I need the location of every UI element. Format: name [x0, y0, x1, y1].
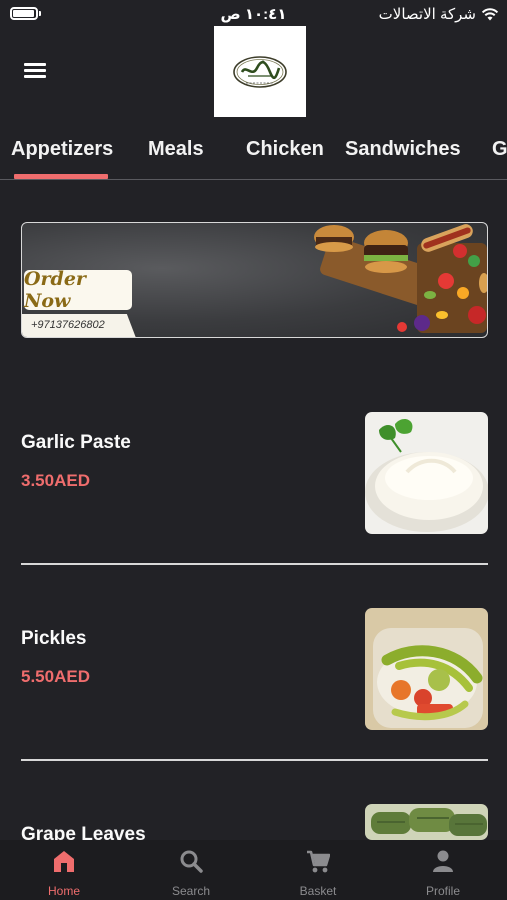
- grape-leaves-image: [365, 804, 488, 840]
- home-icon: [54, 851, 74, 872]
- item-price: 5.50AED: [21, 667, 90, 686]
- nav-home[interactable]: Home: [19, 840, 109, 900]
- nav-search[interactable]: Search: [146, 840, 236, 900]
- divider: [21, 563, 488, 565]
- wifi-icon: [481, 8, 499, 21]
- bottom-navigation: Home Search Basket Profile: [0, 840, 507, 900]
- nav-profile[interactable]: Profile: [398, 840, 488, 900]
- active-tab-indicator: [14, 174, 108, 179]
- nav-home-label: Home: [47, 884, 80, 898]
- restaurant-logo: [214, 26, 306, 117]
- nav-basket[interactable]: Basket: [273, 840, 363, 900]
- tab-appetizers[interactable]: Appetizers: [11, 138, 113, 161]
- tab-partial[interactable]: G: [492, 138, 507, 161]
- status-bar: ١٠:٤١ ص شركة الاتصالات: [0, 0, 507, 28]
- cart-icon: [307, 850, 330, 873]
- category-tabs: Appetizers Meals Chicken Sandwiches G: [0, 132, 507, 180]
- person-icon: [433, 850, 453, 872]
- logo-emblem-icon: [233, 55, 287, 88]
- tab-meals[interactable]: Meals: [148, 138, 204, 161]
- item-name: Garlic Paste: [21, 432, 131, 453]
- pickles-image: [365, 608, 488, 730]
- banner-phone[interactable]: +97137626802: [22, 314, 136, 337]
- item-price: 3.50AED: [21, 471, 90, 490]
- promo-banner[interactable]: Order Now +97137626802: [21, 222, 488, 338]
- divider: [21, 759, 488, 761]
- nav-search-label: Search: [171, 884, 211, 898]
- tab-chicken[interactable]: Chicken: [246, 138, 324, 161]
- list-item[interactable]: Pickles 5.50AED: [21, 608, 488, 730]
- order-now-button[interactable]: Order Now: [24, 268, 132, 312]
- item-name: Pickles: [21, 628, 87, 649]
- search-icon: [180, 850, 203, 873]
- hamburger-menu-icon[interactable]: [22, 60, 48, 82]
- tab-sandwiches[interactable]: Sandwiches: [345, 138, 461, 161]
- nav-profile-label: Profile: [425, 884, 460, 898]
- list-item[interactable]: Garlic Paste 3.50AED: [21, 412, 488, 534]
- nav-basket-label: Basket: [299, 884, 337, 898]
- carrier-name: شركة الاتصالات: [378, 6, 476, 23]
- status-carrier: شركة الاتصالات: [379, 5, 499, 23]
- garlic-paste-image: [365, 412, 488, 534]
